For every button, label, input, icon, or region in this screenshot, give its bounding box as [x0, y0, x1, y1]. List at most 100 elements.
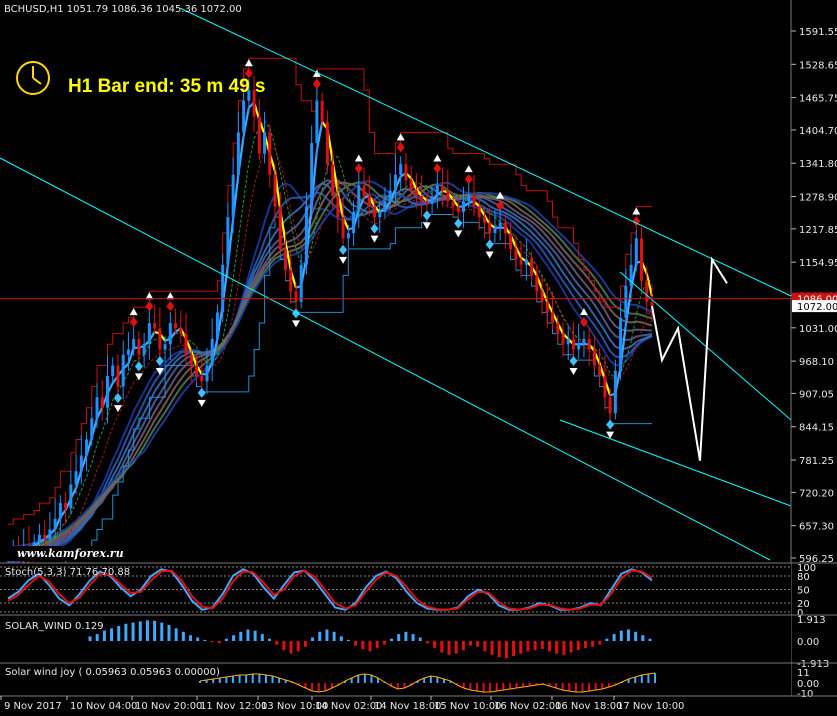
solar-wind-bar	[246, 629, 250, 641]
candle-body	[37, 534, 41, 543]
solar-joy-bar	[311, 683, 314, 691]
price-tick-label: 657.30	[799, 522, 834, 533]
time-tick-label: 14 Nov 18:00	[374, 701, 441, 712]
price-tick-label: 1217.85	[799, 225, 837, 236]
candle-body	[462, 201, 466, 212]
candle-body	[116, 365, 120, 387]
solar-joy-bar	[396, 683, 399, 689]
candle-body	[100, 397, 104, 408]
solar-wind-bar	[296, 641, 300, 652]
solar-wind-bar	[232, 635, 236, 641]
price-tick-label: 1031.00	[799, 324, 837, 335]
solar-wind-joy-panel[interactable]: 110.00-10 Solar wind joy ( 0.05963 0.059…	[0, 662, 837, 700]
candle-body	[514, 248, 518, 260]
solar-wind-bar	[576, 641, 580, 651]
candle-body	[205, 365, 209, 382]
stoch-label: Stoch(5,3,3) 71.76 70.88	[5, 567, 130, 578]
candle-body	[242, 100, 246, 133]
candle-body	[310, 143, 314, 207]
candle-body	[571, 338, 575, 350]
solar-joy-bar	[225, 677, 228, 683]
candle-body	[289, 270, 293, 292]
stoch-level-label: 80	[797, 572, 810, 583]
price-tick-label: 968.10	[799, 357, 834, 368]
price-tick-label: 1341.80	[799, 159, 837, 170]
svg-text:www.kamforex.ru: www.kamforex.ru	[17, 547, 124, 560]
candle-body	[414, 190, 418, 196]
time-tick-label: 17 Nov 10:00	[617, 701, 684, 712]
solar-wind-bar	[153, 620, 157, 641]
time-tick-label: 14 Nov 02:00	[315, 701, 382, 712]
candle-body	[467, 195, 471, 202]
candle-body	[184, 333, 188, 355]
time-tick-label: 16 Nov 02:00	[494, 701, 561, 712]
solar-wind-bar	[160, 622, 164, 641]
candle-body	[273, 174, 277, 207]
solar-wind-bar	[332, 631, 336, 641]
solar-wind-bar	[224, 638, 228, 641]
candle-body	[168, 323, 172, 345]
candle-body	[524, 259, 528, 265]
candle-body	[399, 164, 403, 175]
candle-body	[488, 222, 492, 234]
candle-body	[393, 174, 397, 191]
solar-wind-bar	[311, 637, 315, 641]
candle-body	[226, 217, 230, 265]
candle-body	[409, 180, 413, 191]
solar-wind-bar	[598, 641, 602, 645]
solar-wind-bar	[210, 641, 214, 643]
solar-wind-bar	[260, 634, 264, 641]
time-axis[interactable]: 9 Nov 2017 10 Nov 04:0010 Nov 20:0011 Nov…	[0, 696, 684, 712]
solar-wind-bar	[461, 641, 465, 651]
solar-wind-bar	[425, 641, 429, 644]
time-tick-label: 11 Nov 12:00	[200, 701, 267, 712]
solar-wind-bar	[361, 641, 365, 650]
solar-joy-bar	[238, 675, 241, 683]
bar-timer: H1 Bar end: 35 m 49 s	[68, 76, 265, 97]
solar-joy-bar	[568, 683, 571, 691]
candle-body	[352, 211, 356, 234]
solar-wind-bar	[440, 641, 444, 653]
solar-joy-bar	[561, 683, 564, 690]
candle-body	[325, 121, 329, 165]
solar-wind-bar	[189, 635, 193, 641]
price-axis[interactable]: 1591.55 1528.65 1465.75 1404.70 1341.80 1278.…	[791, 27, 837, 565]
candle-body	[378, 211, 382, 218]
stoch-panel[interactable]: 1008050200 Stoch(5,3,3) 71.76 70.88	[0, 562, 837, 619]
candle-body	[331, 164, 335, 196]
candle-body	[577, 344, 581, 350]
candle-body	[90, 418, 94, 440]
candle-body	[503, 222, 507, 234]
candle-body	[367, 195, 371, 207]
solar-wind-panel[interactable]: 1.9130.00-1.913 SOLAR_WIND 0.129	[0, 614, 837, 670]
watermark: www.kamforex.ru	[4, 546, 136, 561]
solar-wind-bar	[282, 641, 286, 651]
solar-wind-bar	[289, 641, 293, 654]
candle-body	[132, 338, 136, 350]
solar-joy-bar	[489, 683, 492, 692]
candle-body	[420, 195, 424, 202]
solar-joy-bar	[555, 683, 558, 688]
solar-joy-bar	[647, 674, 650, 683]
solar-wind-bar	[454, 641, 458, 654]
candle-body	[383, 201, 387, 212]
solar-wind-bar	[433, 641, 437, 648]
solar-wind-bar	[591, 641, 595, 647]
trading-chart[interactable]: BCHUSD,H1 1051.79 1086.36 1045.36 1072.0…	[0, 0, 837, 716]
candle-body	[430, 195, 434, 204]
candle-body	[304, 206, 308, 265]
candle-body	[69, 484, 73, 509]
candle-body	[105, 375, 109, 408]
candle-body	[341, 217, 345, 239]
candle-body	[163, 344, 167, 350]
symbol-header: BCHUSD,H1 1051.79 1086.36 1045.36 1072.0…	[4, 4, 242, 15]
solar-wind-bar	[145, 620, 149, 641]
time-tick-label: 10 Nov 20:00	[135, 701, 202, 712]
solar-wind-bar	[174, 628, 178, 641]
solar-wind-bar	[88, 636, 92, 641]
solar-wind-bar	[526, 641, 530, 652]
candle-body	[210, 338, 214, 366]
candle-body	[121, 354, 125, 387]
solar-wind-bar	[490, 641, 494, 655]
candle-body	[53, 518, 57, 530]
